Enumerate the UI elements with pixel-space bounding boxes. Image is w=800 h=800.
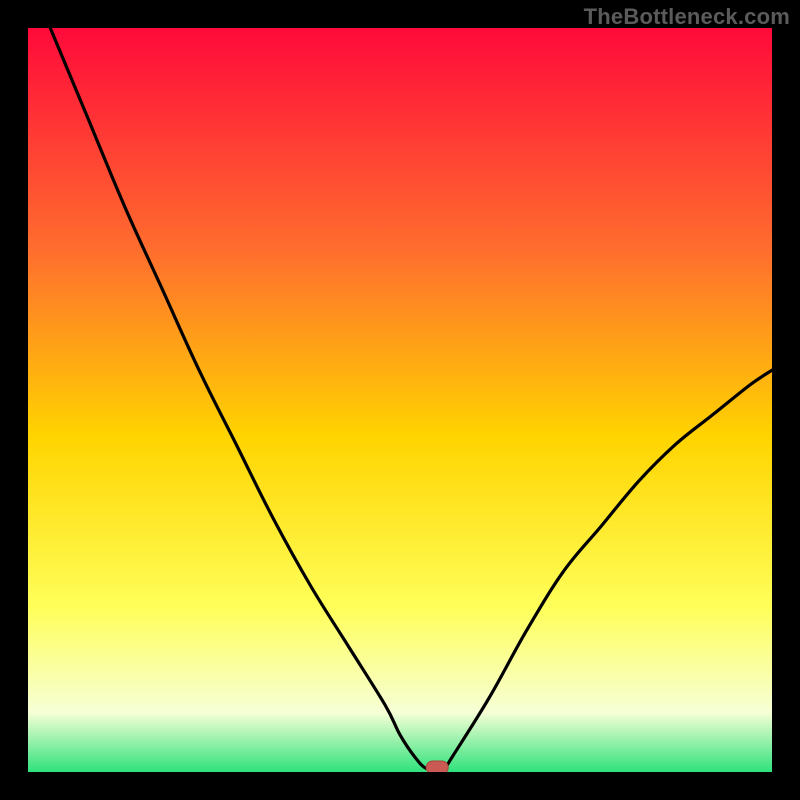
optimal-marker: [426, 761, 448, 772]
chart-frame: TheBottleneck.com: [0, 0, 800, 800]
gradient-background: [28, 28, 772, 772]
watermark-text: TheBottleneck.com: [584, 4, 790, 30]
plot-svg: [28, 28, 772, 772]
plot-area: [28, 28, 772, 772]
